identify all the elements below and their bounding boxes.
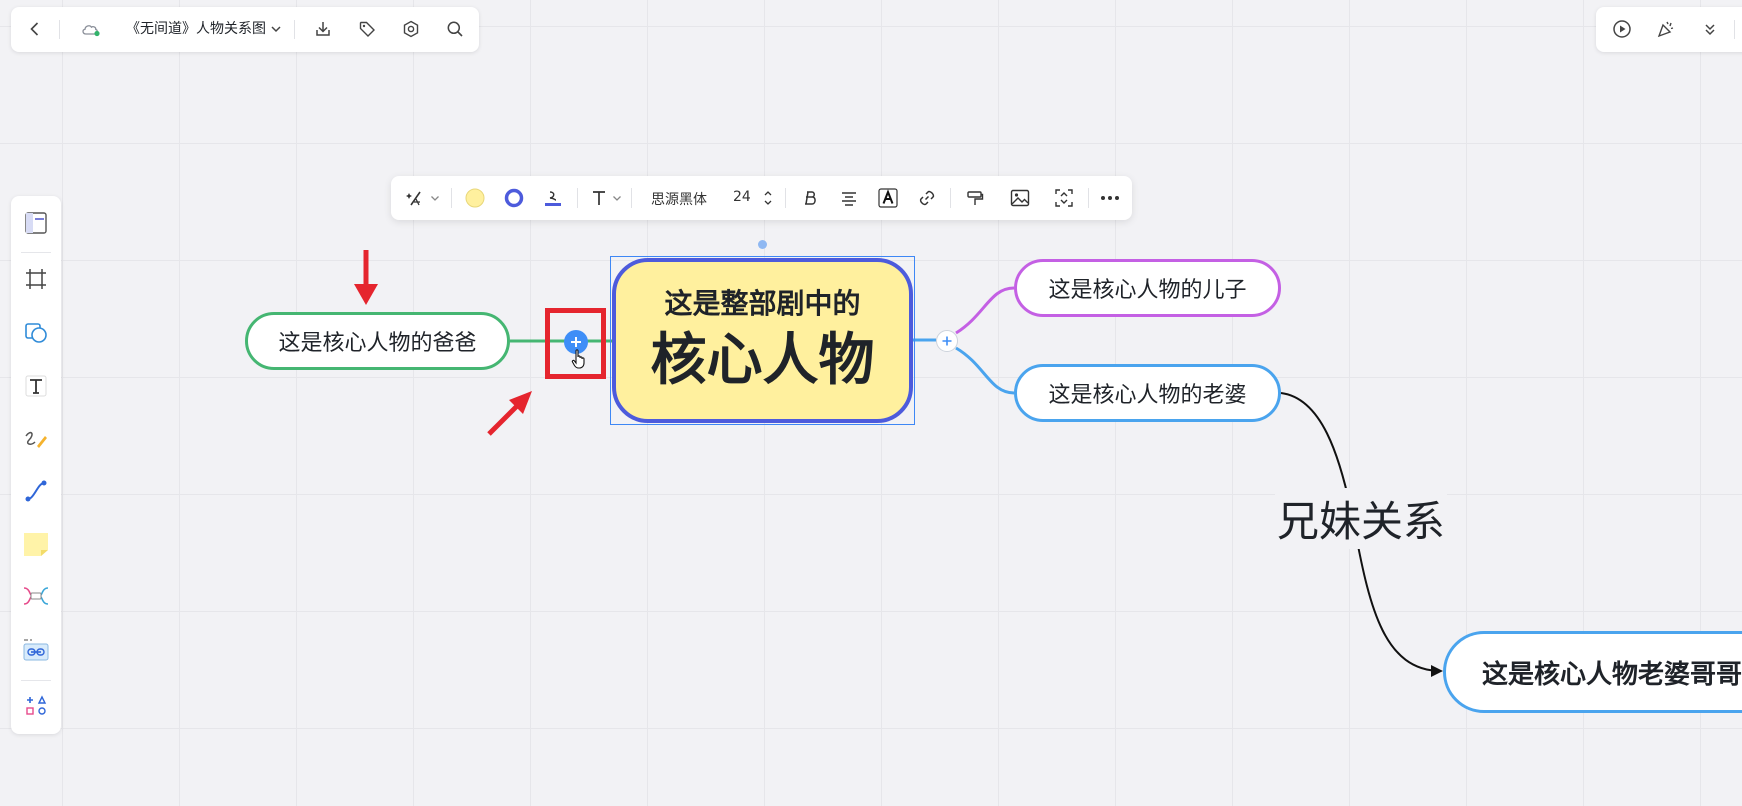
tag-icon[interactable]	[351, 13, 383, 45]
selection-handle[interactable]	[758, 240, 767, 249]
cloud-sync-icon	[75, 13, 107, 45]
download-icon[interactable]	[307, 13, 339, 45]
add-child-button[interactable]	[936, 330, 958, 352]
mindmap-icon[interactable]	[20, 580, 52, 612]
format-painter-icon[interactable]	[959, 182, 991, 214]
text-color-icon[interactable]	[872, 182, 904, 214]
fill-color-icon[interactable]	[459, 182, 491, 214]
core-title-line2: 核心人物	[650, 327, 875, 393]
font-size-stepper-icon[interactable]	[760, 182, 776, 214]
back-icon[interactable]	[19, 13, 51, 45]
search-icon[interactable]	[439, 13, 471, 45]
plus-icon	[571, 337, 581, 347]
shape-icon[interactable]	[20, 317, 52, 349]
chevron-down-icon[interactable]	[609, 182, 625, 214]
node-format-toolbar: 思源黑体 24	[391, 176, 1132, 220]
wife-connector	[955, 346, 1015, 395]
relation-arrowhead	[1431, 665, 1443, 677]
convert-layout-icon[interactable]	[1048, 182, 1080, 214]
font-size-input[interactable]: 24	[733, 189, 751, 205]
line-color-icon[interactable]	[537, 182, 569, 214]
more-options-icon[interactable]	[1094, 182, 1126, 214]
document-title[interactable]: 《无间道》人物关系图	[126, 18, 266, 38]
red-arrow-down	[354, 250, 378, 305]
relation-label[interactable]: 兄妹关系	[1275, 488, 1448, 549]
node-wife-brother[interactable]: 这是核心人物老婆哥哥	[1443, 631, 1742, 713]
link-card-icon[interactable]	[20, 634, 52, 666]
hand-cursor-icon	[571, 348, 589, 374]
node-father[interactable]: 这是核心人物的爸爸	[245, 312, 510, 370]
link-icon[interactable]	[911, 182, 943, 214]
connector-line-icon[interactable]	[20, 475, 52, 507]
sticky-note-icon[interactable]	[20, 528, 52, 560]
pen-draw-icon[interactable]	[20, 423, 52, 455]
core-title-line1: 这是整部剧中的	[664, 286, 861, 320]
bold-icon[interactable]	[794, 182, 826, 214]
settings-gear-icon[interactable]	[395, 13, 427, 45]
son-connector	[955, 286, 1015, 335]
border-color-icon[interactable]	[498, 182, 530, 214]
red-arrow-diagonal	[487, 391, 532, 436]
node-wife[interactable]: 这是核心人物的老婆	[1014, 364, 1281, 422]
double-chevron-down-icon[interactable]	[1694, 13, 1726, 45]
font-family-select[interactable]: 思源黑体	[651, 189, 707, 209]
left-tool-palette	[11, 196, 61, 734]
node-core-character[interactable]: 这是整部剧中的 核心人物	[612, 258, 913, 423]
chevron-down-icon[interactable]	[266, 13, 286, 45]
align-center-icon[interactable]	[833, 182, 865, 214]
present-play-icon[interactable]	[1606, 13, 1638, 45]
more-shapes-icon[interactable]	[20, 690, 52, 722]
plus-icon	[942, 336, 952, 346]
chevron-down-icon[interactable]	[427, 182, 443, 214]
top-right-toolbar	[1596, 7, 1742, 52]
image-icon[interactable]	[1004, 182, 1036, 214]
celebrate-icon[interactable]	[1650, 13, 1682, 45]
node-son[interactable]: 这是核心人物的儿子	[1014, 259, 1281, 317]
text-tool-icon[interactable]	[20, 370, 52, 402]
template-icon[interactable]	[20, 207, 52, 239]
frame-icon[interactable]	[20, 263, 52, 295]
top-left-toolbar: 《无间道》人物关系图	[11, 7, 479, 52]
